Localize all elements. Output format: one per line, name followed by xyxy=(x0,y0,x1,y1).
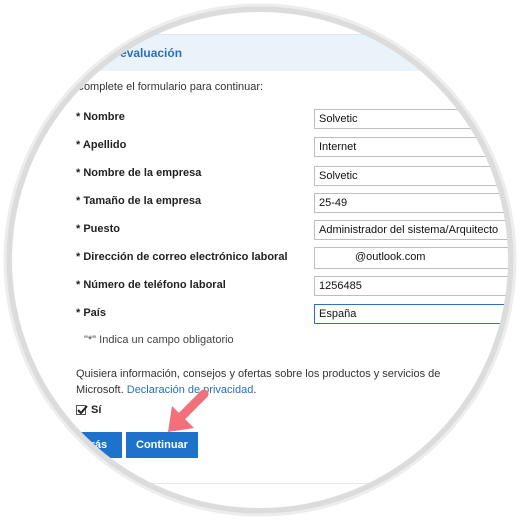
company-name-field[interactable]: Solvetic xyxy=(314,166,511,186)
job-title-select[interactable]: Administrador del sistema/Arquitecto xyxy=(314,220,511,240)
form-panel: ...ce su evaluación Complete el formular… xyxy=(9,6,511,511)
work-phone-field[interactable]: 1256485 xyxy=(314,276,511,296)
consent-text-block: Quisiera información, consejos y ofertas… xyxy=(76,366,456,398)
work-phone-label: * Número de teléfono laboral xyxy=(76,279,226,291)
company-size-label: * Tamaño de la empresa xyxy=(76,195,202,207)
last-name-label: * Apellido xyxy=(76,139,127,151)
work-email-label: * Dirección de correo electrónico labora… xyxy=(76,251,288,263)
section-title: ...ce su evaluación xyxy=(76,46,183,60)
checkmark-icon xyxy=(77,405,88,415)
job-title-label: * Puesto xyxy=(76,223,121,235)
consent-checkbox-group: Sí xyxy=(76,404,101,416)
bottom-divider xyxy=(60,483,460,484)
country-label: * País xyxy=(76,307,106,319)
back-button[interactable]: Atrás xyxy=(64,432,122,458)
first-name-field[interactable]: Solvetic xyxy=(314,109,511,129)
form-intro: Complete el formulario para continuar: xyxy=(76,81,264,93)
section-header: ...ce su evaluación xyxy=(64,34,511,71)
company-name-label: * Nombre de la empresa xyxy=(76,167,202,179)
last-name-field[interactable]: Internet xyxy=(314,137,511,157)
required-note: "*" Indica un campo obligatorio xyxy=(84,334,234,346)
pointer-arrow-icon xyxy=(168,389,209,432)
company-size-select[interactable]: 25-49 xyxy=(314,193,511,213)
first-name-label: * Nombre xyxy=(76,111,125,123)
consent-checkbox[interactable] xyxy=(76,405,88,415)
consent-period: . xyxy=(253,384,257,396)
consent-checkbox-label: Sí xyxy=(91,404,102,416)
work-email-field[interactable]: @outlook.com xyxy=(314,247,511,269)
top-divider xyxy=(60,6,460,7)
country-select[interactable]: España xyxy=(314,304,511,324)
